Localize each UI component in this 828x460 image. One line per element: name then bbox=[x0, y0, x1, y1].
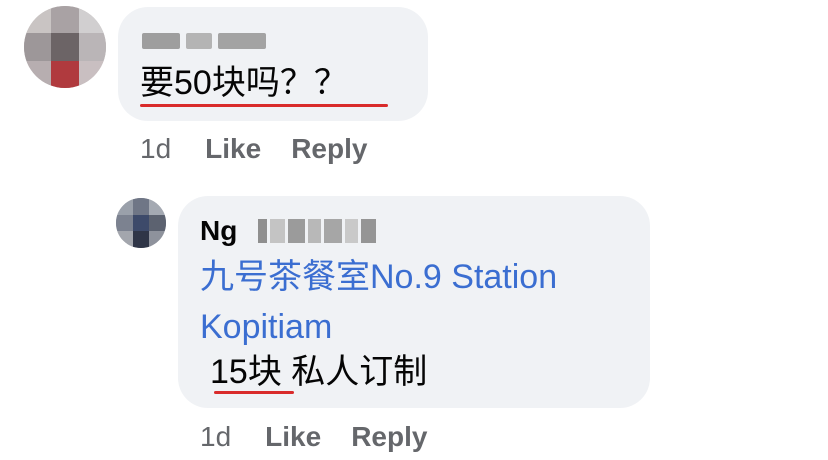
comment-actions: 1d Like Reply bbox=[140, 132, 397, 166]
reply-bubble: Ng 九号茶餐室No.9 Station Kopitiam 15块 私人订制 bbox=[178, 196, 650, 408]
page-mention-link[interactable]: 九号茶餐室No.9 Station Kopitiam bbox=[200, 252, 640, 352]
reply-button[interactable]: Reply bbox=[351, 420, 427, 454]
reply-timestamp[interactable]: 1d bbox=[200, 420, 231, 454]
replier-avatar[interactable] bbox=[116, 198, 166, 248]
reply-button[interactable]: Reply bbox=[291, 132, 367, 166]
like-button[interactable]: Like bbox=[265, 420, 321, 454]
highlight-underline bbox=[140, 104, 388, 107]
like-button[interactable]: Like bbox=[205, 132, 261, 166]
commenter-avatar[interactable] bbox=[24, 6, 106, 88]
replier-name[interactable]: Ng bbox=[200, 215, 237, 247]
comment-timestamp[interactable]: 1d bbox=[140, 132, 171, 166]
reply-text: 15块 私人订制 bbox=[210, 353, 428, 391]
commenter-name-redacted[interactable] bbox=[142, 33, 274, 49]
replier-name-redacted[interactable] bbox=[258, 219, 377, 243]
reply-actions: 1d Like Reply bbox=[200, 420, 457, 454]
highlight-underline bbox=[214, 391, 294, 394]
comment-text: 要50块吗？？ bbox=[140, 64, 348, 102]
